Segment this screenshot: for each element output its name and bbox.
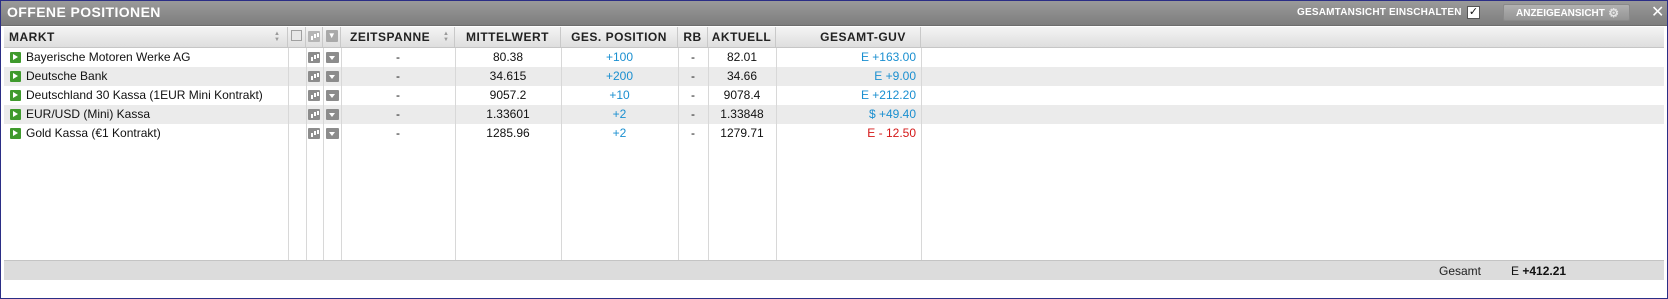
pl-value: E +212.20 — [860, 88, 916, 102]
table-row[interactable]: Bayerische Motoren Werke AG - 80.38 +100… — [4, 48, 1664, 67]
play-icon[interactable] — [10, 52, 21, 63]
rb-value: - — [691, 88, 695, 102]
total-value: E +412.21 — [1511, 264, 1566, 278]
table-row[interactable]: EUR/USD (Mini) Kassa - 1.33601 +2 - 1.33… — [4, 105, 1664, 124]
play-icon[interactable] — [10, 90, 21, 101]
dropdown-icon[interactable] — [326, 52, 339, 63]
display-view-button-label: ANZEIGEANSICHT — [1516, 8, 1605, 19]
column-timespan-label: ZEITSPANNE — [350, 30, 431, 44]
column-divider — [323, 48, 324, 260]
column-divider — [678, 48, 679, 260]
positions-table: Bayerische Motoren Werke AG - 80.38 +100… — [4, 48, 1664, 260]
pl-value: E +163.00 — [860, 50, 916, 64]
chart-icon[interactable] — [308, 71, 320, 82]
timespan-value: - — [396, 69, 400, 83]
column-chart[interactable] — [306, 27, 323, 47]
column-timespan[interactable]: ZEITSPANNE ▲ ▼ — [341, 27, 455, 47]
pl-value: E +9.00 — [874, 69, 916, 83]
average-value: 1.33601 — [486, 107, 530, 121]
column-market-label: MARKT — [9, 30, 55, 44]
rb-value: - — [691, 126, 695, 140]
panel-title: OFFENE POSITIONEN — [7, 4, 161, 20]
current-value: 82.01 — [726, 50, 758, 64]
current-value: 9078.4 — [723, 88, 761, 102]
rb-value: - — [691, 69, 695, 83]
dropdown-icon[interactable] — [326, 71, 339, 82]
pl-value: E - 12.50 — [867, 126, 916, 140]
position-value: +100 — [605, 50, 634, 64]
dropdown-icon[interactable] — [326, 90, 339, 101]
play-icon[interactable] — [10, 128, 21, 139]
column-divider — [921, 48, 922, 260]
column-toggle-a[interactable] — [288, 27, 306, 47]
market-name: Gold Kassa (€1 Kontrakt) — [26, 126, 161, 140]
average-value: 80.38 — [492, 50, 524, 64]
panel-bottom — [1, 280, 1667, 298]
column-rb[interactable]: RB — [678, 27, 708, 47]
table-row[interactable]: Deutsche Bank - 34.615 +200 - 34.66 E +9… — [4, 67, 1664, 86]
column-current[interactable]: AKTUELL — [708, 27, 776, 47]
gear-icon: ⚙ — [1608, 6, 1619, 20]
position-value: +2 — [612, 126, 627, 140]
market-name: EUR/USD (Mini) Kassa — [26, 107, 151, 121]
chart-icon[interactable] — [308, 128, 320, 139]
column-divider — [708, 48, 709, 260]
dropdown-icon: ▼ — [326, 30, 338, 42]
total-amount: +412.21 — [1522, 264, 1567, 278]
total-label: Gesamt — [1439, 264, 1482, 278]
market-name: Bayerische Motoren Werke AG — [26, 50, 191, 64]
total-currency: E — [1511, 264, 1520, 278]
position-value: +10 — [609, 88, 630, 102]
column-divider — [776, 48, 777, 260]
dropdown-icon[interactable] — [326, 128, 339, 139]
column-divider — [455, 48, 456, 260]
chart-icon — [308, 31, 320, 42]
chart-icon[interactable] — [308, 90, 320, 101]
pl-value: $ +49.40 — [868, 107, 916, 121]
table-row[interactable]: Gold Kassa (€1 Kontrakt) - 1285.96 +2 - … — [4, 124, 1664, 143]
grid-toggle-icon[interactable] — [291, 30, 302, 41]
play-icon[interactable] — [10, 71, 21, 82]
sort-arrows-icon[interactable]: ▲ ▼ — [274, 31, 282, 43]
column-menu[interactable]: ▼ — [323, 27, 341, 47]
average-value: 9057.2 — [489, 88, 527, 102]
chart-icon[interactable] — [308, 52, 320, 63]
column-divider — [306, 48, 307, 260]
current-value: 1.33848 — [720, 107, 764, 121]
column-total-position[interactable]: GES. POSITION — [561, 27, 678, 47]
current-value: 34.66 — [726, 69, 758, 83]
timespan-value: - — [396, 126, 400, 140]
column-average[interactable]: MITTELWERT — [455, 27, 561, 47]
rb-value: - — [691, 50, 695, 64]
table-header: MARKT ▲ ▼ ▼ ZEITSPANNE ▲ ▼ MITTELWERT GES.… — [4, 27, 1664, 48]
column-divider — [561, 48, 562, 260]
column-divider — [341, 48, 342, 260]
display-view-button[interactable]: ANZEIGEANSICHT ⚙ — [1503, 4, 1630, 21]
column-total-pl[interactable]: GESAMT-GUV — [776, 27, 921, 47]
sort-arrows-icon[interactable]: ▲ ▼ — [443, 31, 451, 43]
dropdown-icon[interactable] — [326, 109, 339, 120]
table-row[interactable]: Deutschland 30 Kassa (1EUR Mini Kontrakt… — [4, 86, 1664, 105]
totals-bar: Gesamt E +412.21 — [4, 260, 1664, 280]
overview-toggle-label[interactable]: GESAMTANSICHT EINSCHALTEN — [1297, 7, 1462, 18]
open-positions-panel: OFFENE POSITIONEN GESAMTANSICHT EINSCHAL… — [0, 0, 1668, 299]
timespan-value: - — [396, 50, 400, 64]
current-value: 1279.71 — [720, 126, 764, 140]
position-value: +200 — [605, 69, 634, 83]
timespan-value: - — [396, 107, 400, 121]
average-value: 1285.96 — [486, 126, 530, 140]
close-icon[interactable]: ✕ — [1651, 2, 1664, 22]
position-value: +2 — [612, 107, 627, 121]
rb-value: - — [691, 107, 695, 121]
overview-checkbox[interactable]: ✓ — [1467, 6, 1480, 19]
market-name: Deutsche Bank — [26, 69, 108, 83]
timespan-value: - — [396, 88, 400, 102]
chart-icon[interactable] — [308, 109, 320, 120]
market-name: Deutschland 30 Kassa (1EUR Mini Kontrakt… — [26, 88, 263, 102]
average-value: 34.615 — [489, 69, 527, 83]
play-icon[interactable] — [10, 109, 21, 120]
title-bar: OFFENE POSITIONEN GESAMTANSICHT EINSCHAL… — [1, 1, 1667, 26]
column-divider — [288, 48, 289, 260]
column-market[interactable]: MARKT ▲ ▼ — [4, 27, 288, 47]
